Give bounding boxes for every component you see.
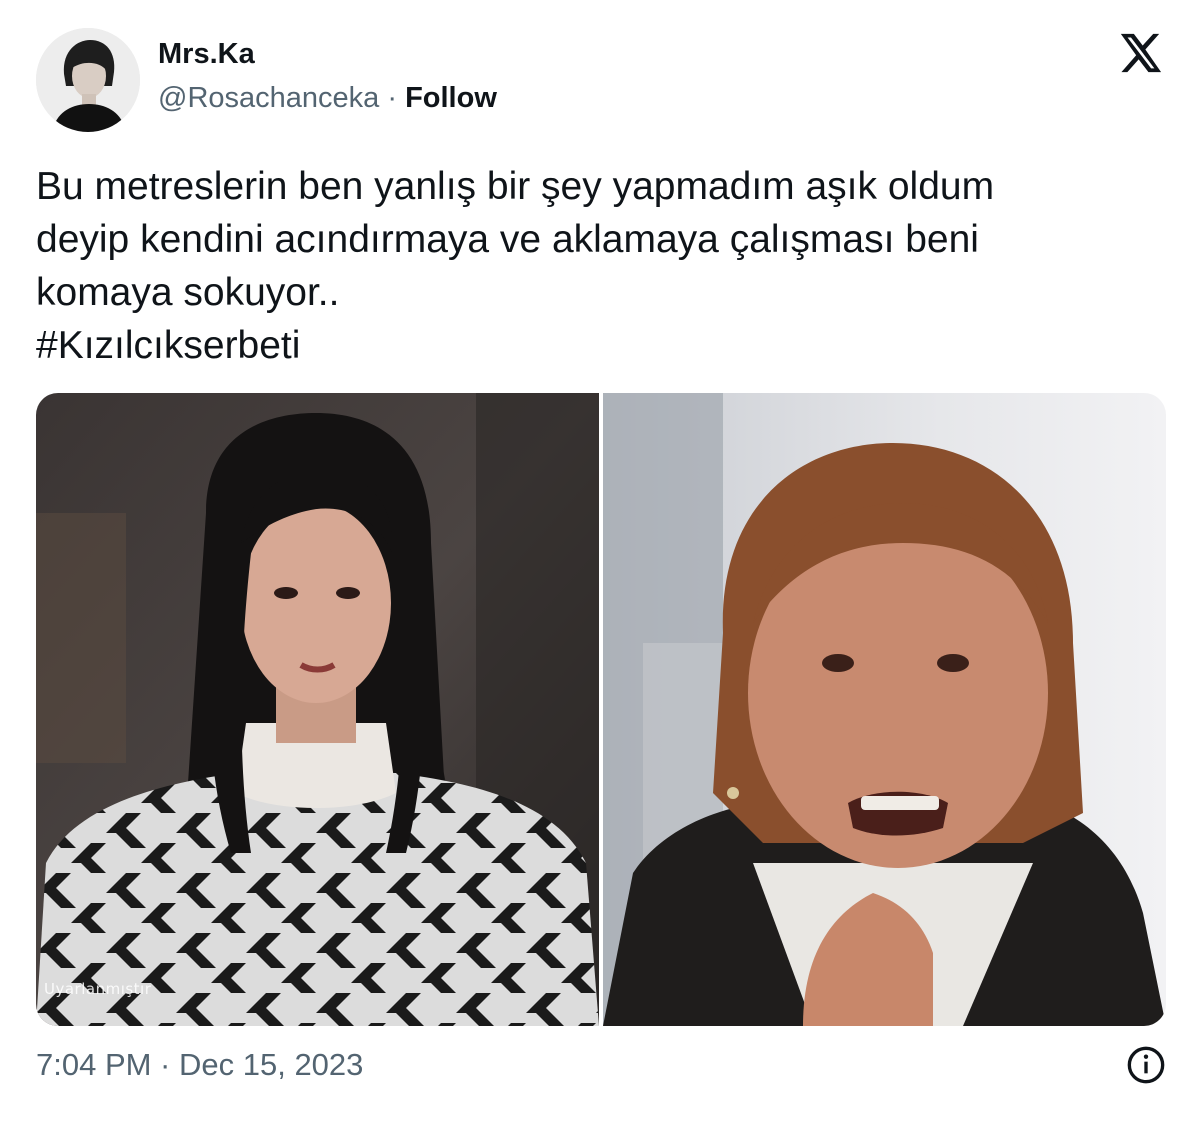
x-logo-icon[interactable] (1116, 30, 1164, 76)
media-photo-right[interactable] (603, 393, 1166, 1026)
timestamp[interactable]: 7:04 PM · Dec 15, 2023 (36, 1047, 363, 1083)
photo-older-woman (603, 393, 1166, 1026)
watermark-text: Uyarlanmıştır (44, 980, 152, 998)
avatar[interactable] (36, 28, 140, 132)
tweet-header: Mrs.Ka @Rosachanceka · Follow (36, 28, 497, 132)
info-icon[interactable] (1126, 1045, 1166, 1085)
follow-button[interactable]: Follow (405, 82, 497, 114)
tweet-text-line: komaya sokuyor.. (36, 271, 340, 314)
photo-woman-dark-hair (36, 393, 599, 1026)
avatar-image (36, 28, 140, 132)
tweet-text-line: deyip kendini acındırmaya ve aklamaya ça… (36, 218, 979, 261)
media-photo-left[interactable]: Uyarlanmıştır (36, 393, 599, 1026)
hashtag-link[interactable]: #Kızılcıkserbeti (36, 319, 1166, 372)
separator-dot: · (379, 82, 406, 114)
tweet-text: Bu metreslerin ben yanlış bir şey yapmad… (36, 160, 1166, 372)
tweet-text-line: Bu metreslerin ben yanlış bir şey yapmad… (36, 165, 995, 208)
display-name[interactable]: Mrs.Ka (158, 35, 497, 73)
user-handle[interactable]: @Rosachanceka (158, 82, 379, 114)
media-grid: Uyarlanmıştır (36, 393, 1166, 1026)
handle-row: @Rosachanceka · Follow (158, 77, 497, 119)
tweet-footer: 7:04 PM · Dec 15, 2023 (36, 1045, 1166, 1085)
tweet-card: Mrs.Ka @Rosachanceka · Follow Bu metresl… (0, 0, 1200, 1125)
user-meta: Mrs.Ka @Rosachanceka · Follow (158, 38, 497, 119)
